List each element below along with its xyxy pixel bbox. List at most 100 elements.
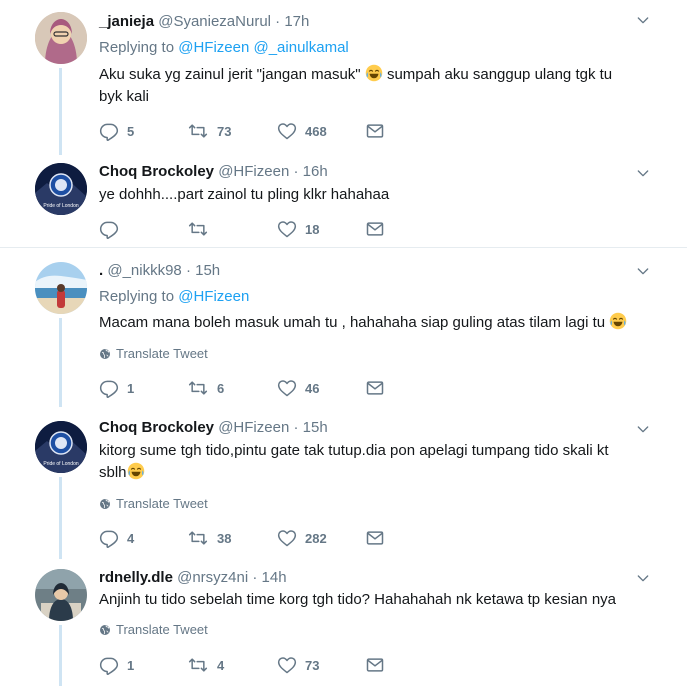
- retweet-icon: [187, 219, 209, 239]
- like-button[interactable]: 468: [277, 121, 327, 141]
- tears-of-joy-emoji: [365, 64, 383, 82]
- reply-button[interactable]: [99, 219, 127, 239]
- mention-link[interactable]: @_ainulkamal: [253, 39, 348, 56]
- translate-tweet-link[interactable]: Translate Tweet: [99, 496, 208, 511]
- avatar-image: [35, 569, 87, 621]
- translate-label: Translate Tweet: [116, 622, 208, 637]
- tweet[interactable]: . @_nikkk98 · 15h Replying to @HFizeen M…: [0, 248, 687, 407]
- handle[interactable]: @nrsyz4ni: [177, 569, 248, 586]
- retweet-count: 73: [217, 123, 232, 139]
- avatar[interactable]: Pride of London: [35, 163, 87, 215]
- timestamp[interactable]: · 15h: [186, 262, 220, 279]
- mention-link[interactable]: @HFizeen: [178, 39, 249, 56]
- translate-label: Translate Tweet: [116, 496, 208, 511]
- message-button[interactable]: [365, 121, 385, 141]
- like-count: 73: [305, 657, 320, 673]
- retweet-icon: [187, 121, 209, 141]
- retweet-button[interactable]: 38: [187, 528, 231, 548]
- handle[interactable]: @HFizeen: [218, 419, 289, 436]
- handle[interactable]: @SyaniezaNurul: [158, 13, 271, 30]
- like-button[interactable]: 18: [277, 219, 319, 239]
- timestamp[interactable]: · 14h: [252, 569, 286, 586]
- translate-tweet-link[interactable]: Translate Tweet: [99, 622, 208, 637]
- chevron-down-icon[interactable]: [635, 12, 651, 28]
- avatar-image: Pride of London: [35, 421, 87, 473]
- tweet-text-part: sumpah aku sanggup ulang tgk tu: [382, 66, 613, 83]
- mention-link[interactable]: @HFizeen: [178, 288, 249, 305]
- tweet-text: Aku suka yg zainul jerit "jangan masuk" …: [99, 64, 644, 108]
- retweet-button[interactable]: [187, 219, 217, 239]
- like-button[interactable]: 46: [277, 378, 319, 398]
- retweet-count: 6: [217, 380, 225, 396]
- chevron-down-icon[interactable]: [635, 165, 651, 181]
- tweet[interactable]: Pride of London Choq Brockoley @HFizeen …: [0, 407, 687, 559]
- translate-label: Translate Tweet: [116, 346, 208, 361]
- reply-icon: [99, 528, 119, 548]
- display-name[interactable]: Choq Brockoley: [99, 419, 214, 436]
- translate-tweet-link[interactable]: Translate Tweet: [99, 346, 208, 361]
- tweet[interactable]: _janieja @SyaniezaNurul · 17h Replying t…: [0, 0, 687, 155]
- timestamp[interactable]: · 17h: [275, 13, 309, 30]
- avatar[interactable]: [35, 569, 87, 621]
- globe-icon: [99, 624, 111, 636]
- tweet-text-part: byk kali: [99, 88, 150, 105]
- like-count: 46: [305, 380, 320, 396]
- reply-button[interactable]: 5: [99, 121, 134, 141]
- retweet-button[interactable]: 6: [187, 378, 224, 398]
- replying-to: Replying to @HFizeen: [99, 288, 249, 305]
- retweet-icon: [187, 528, 209, 548]
- tweet-actions: 1 6 46: [99, 378, 399, 398]
- reply-button[interactable]: 1: [99, 655, 134, 675]
- reply-count: 5: [127, 123, 135, 139]
- reply-count: 1: [127, 657, 135, 673]
- tweet-actions: 1 4 73: [99, 655, 399, 675]
- handle[interactable]: @_nikkk98: [107, 262, 181, 279]
- tweet-header: rdnelly.dle @nrsyz4ni · 14h: [99, 569, 287, 586]
- retweet-button[interactable]: 4: [187, 655, 224, 675]
- timestamp[interactable]: · 15h: [293, 419, 327, 436]
- retweet-button[interactable]: 73: [187, 121, 231, 141]
- display-name[interactable]: _janieja: [99, 13, 154, 30]
- message-icon: [365, 528, 385, 548]
- message-button[interactable]: [365, 378, 385, 398]
- tweet-text-part: kitorg sume tgh tido,pintu gate tak tutu…: [99, 442, 609, 459]
- tweet-text: kitorg sume tgh tido,pintu gate tak tutu…: [99, 440, 644, 484]
- message-icon: [365, 121, 385, 141]
- tweet-text: ye dohhh....part zainol tu pling klkr ha…: [99, 186, 390, 203]
- like-button[interactable]: 73: [277, 655, 319, 675]
- message-button[interactable]: [365, 655, 385, 675]
- reply-count: 1: [127, 380, 135, 396]
- avatar[interactable]: [35, 12, 87, 64]
- message-button[interactable]: [365, 528, 385, 548]
- message-icon: [365, 219, 385, 239]
- chevron-down-icon[interactable]: [635, 421, 651, 437]
- thread-line: [59, 68, 62, 155]
- avatar[interactable]: Pride of London: [35, 421, 87, 473]
- like-icon: [277, 121, 297, 141]
- reply-button[interactable]: 4: [99, 528, 134, 548]
- tweet-header: Choq Brockoley @HFizeen · 16h: [99, 163, 328, 180]
- tweet-header: Choq Brockoley @HFizeen · 15h: [99, 419, 328, 436]
- chevron-down-icon[interactable]: [635, 263, 651, 279]
- display-name[interactable]: .: [99, 262, 103, 279]
- message-icon: [365, 655, 385, 675]
- svg-text:Pride of London: Pride of London: [43, 203, 79, 209]
- display-name[interactable]: Choq Brockoley: [99, 163, 214, 180]
- avatar[interactable]: [35, 262, 87, 314]
- like-button[interactable]: 282: [277, 528, 327, 548]
- tweet-actions: 18: [99, 219, 399, 239]
- replying-to: Replying to @HFizeen @_ainulkamal: [99, 39, 349, 56]
- handle[interactable]: @HFizeen: [218, 163, 289, 180]
- message-button[interactable]: [365, 219, 385, 239]
- tweet[interactable]: rdnelly.dle @nrsyz4ni · 14h Anjinh tu ti…: [0, 559, 687, 686]
- like-icon: [277, 655, 297, 675]
- tweet-text-part: Macam mana boleh masuk umah tu , hahahah…: [99, 314, 606, 331]
- tweet-text: Anjinh tu tido sebelah time korg tgh tid…: [99, 591, 617, 608]
- reply-icon: [99, 655, 119, 675]
- reply-button[interactable]: 1: [99, 378, 134, 398]
- tweet[interactable]: Pride of London Choq Brockoley @HFizeen …: [0, 155, 687, 247]
- retweet-count: 38: [217, 530, 232, 546]
- chevron-down-icon[interactable]: [635, 570, 651, 586]
- display-name[interactable]: rdnelly.dle: [99, 569, 173, 586]
- timestamp[interactable]: · 16h: [293, 163, 327, 180]
